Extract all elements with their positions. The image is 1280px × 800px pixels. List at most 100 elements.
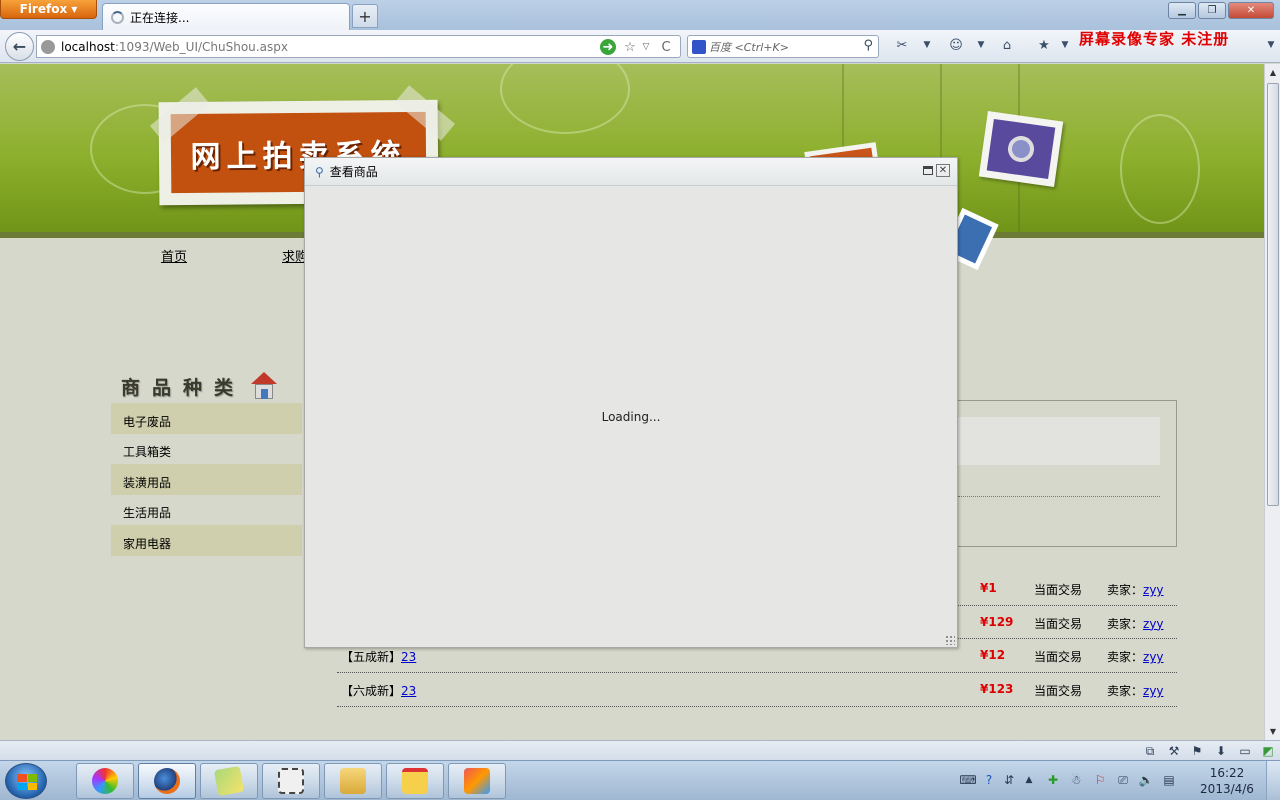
chevron-down-icon[interactable]: ▼ — [918, 36, 936, 54]
back-button[interactable]: ← — [5, 32, 34, 61]
category-item[interactable]: 生活用品 — [111, 495, 302, 526]
nav-home-link[interactable]: 首页 — [161, 246, 187, 265]
history-dropdown-icon[interactable]: ▽ — [638, 39, 654, 55]
addon-green-icon[interactable]: ◩ — [1260, 743, 1276, 759]
close-icon[interactable]: ✕ — [936, 164, 950, 177]
seller-link[interactable]: zyy — [1143, 650, 1164, 664]
baidu-engine-icon[interactable] — [692, 39, 706, 54]
flag-icon[interactable]: ⚑ — [1189, 743, 1205, 759]
firefox-menu-button[interactable]: Firefox ▼ — [0, 0, 97, 19]
listing-price: ¥12 — [980, 648, 1006, 663]
search-placeholder: 百度 <Ctrl+K> — [709, 40, 789, 54]
banner-decoration — [500, 64, 630, 134]
pinwheel-icon — [92, 768, 118, 794]
listing-condition: 【五成新】23 — [341, 650, 417, 665]
chevron-down-icon[interactable]: ▼ — [1056, 36, 1074, 54]
firefox-menu-label: Firefox — [19, 2, 68, 16]
bookmarks-icon[interactable]: ★ — [1035, 36, 1053, 54]
categories-header: 商品种类 — [121, 372, 278, 400]
seller-link[interactable]: zyy — [1143, 583, 1164, 597]
browser-titlebar: Firefox ▼ 正在连接... + ▁ ❐ ✕ — [0, 0, 1280, 30]
view-product-dialog: ⚲ 查看商品 ✕ Loading... — [304, 157, 958, 648]
listing-price: ¥1 — [980, 581, 997, 595]
qq-penguin-icon[interactable]: ☃ — [1068, 772, 1084, 788]
reload-icon[interactable]: C — [658, 39, 674, 55]
chevron-down-icon[interactable]: ▼ — [972, 36, 990, 54]
back-arrow-icon: ← — [12, 37, 27, 56]
bookmark-star-icon[interactable]: ☆ — [622, 39, 638, 55]
taskbar-app-firefox[interactable] — [138, 763, 196, 799]
screenshot-icon[interactable]: ✂ — [893, 36, 911, 54]
listing-trade-method: 当面交易 — [1034, 616, 1083, 631]
categories-title: 商品种类 — [121, 376, 246, 399]
restore-button[interactable]: ❐ — [1198, 2, 1226, 19]
listing-seller-label: 卖家：zyy — [1107, 650, 1164, 665]
dialog-title: 查看商品 — [329, 165, 378, 179]
vertical-scrollbar[interactable]: ▲ ▼ — [1264, 64, 1280, 740]
chevron-down-icon[interactable]: ▼ — [1262, 36, 1280, 54]
url-bar[interactable]: localhost:1093/Web_UI/ChuShou.aspx ➜ ☆ ▽… — [36, 35, 681, 58]
seller-link[interactable]: zyy — [1143, 617, 1164, 631]
network-error-icon[interactable]: ⚐ — [1092, 772, 1108, 788]
listing-seller-label: 卖家：zyy — [1107, 583, 1164, 597]
taskbar-app-pinwheel[interactable] — [76, 763, 134, 799]
listing-title-link[interactable]: 23 — [401, 650, 416, 664]
window-controls: ▁ ❐ ✕ — [1168, 2, 1274, 19]
category-item[interactable]: 电子废品 — [111, 403, 302, 434]
search-icon[interactable]: ⚲ — [863, 38, 873, 53]
taskbar-app-vs[interactable] — [448, 763, 506, 799]
tray-expand-icon[interactable]: ⇵ — [1001, 772, 1017, 788]
divider — [958, 496, 1160, 497]
window-icon[interactable]: ▭ — [1237, 743, 1253, 759]
listing-trade-method: 当面交易 — [1034, 583, 1083, 597]
category-item[interactable]: 装潢用品 — [111, 464, 302, 495]
scroll-up-arrow-icon[interactable]: ▲ — [1265, 64, 1280, 81]
taskbar-app-explorer[interactable] — [324, 763, 382, 799]
category-item[interactable]: 工具箱类 — [111, 434, 302, 465]
minimize-button[interactable]: ▁ — [1168, 2, 1196, 19]
search-bar[interactable]: 百度 <Ctrl+K> ⚲ — [687, 35, 879, 58]
home-icon[interactable]: ⌂ — [998, 36, 1016, 54]
taskbar-app-snipping[interactable] — [262, 763, 320, 799]
start-button[interactable] — [5, 763, 47, 799]
resize-grip-icon[interactable] — [945, 635, 955, 645]
system-clock[interactable]: 16:22 2013/4/6 — [1196, 765, 1258, 797]
taskbar-app-stickies[interactable] — [386, 763, 444, 799]
listing-title-link[interactable]: 23 — [401, 684, 416, 698]
new-tab-button[interactable]: + — [352, 4, 378, 28]
keyboard-icon[interactable]: ⌨ — [959, 772, 976, 788]
listing-trade-method: 当面交易 — [1034, 684, 1083, 699]
chevron-up-icon[interactable]: ▲ — [1021, 772, 1037, 788]
security-plus-icon[interactable]: ✚ — [1045, 772, 1061, 788]
seller-link[interactable]: zyy — [1143, 684, 1164, 698]
banner-decoration — [1120, 114, 1200, 224]
addon-bar: ⧉ ⚒ ⚑ ⬇ ▭ ◩ — [0, 740, 1280, 760]
listing-condition: 【六成新】23 — [341, 684, 417, 699]
addon-face-icon[interactable]: ☺ — [947, 36, 965, 54]
scroll-thumb[interactable] — [1267, 83, 1279, 506]
network-icon[interactable]: ▤ — [1161, 772, 1177, 788]
listing-trade-method: 当面交易 — [1034, 650, 1083, 665]
maximize-icon[interactable] — [923, 166, 933, 175]
download-icon[interactable]: ⬇ — [1213, 743, 1229, 759]
scroll-down-arrow-icon[interactable]: ▼ — [1265, 723, 1280, 740]
listing-price: ¥129 — [980, 614, 1014, 629]
dialog-header[interactable]: ⚲ 查看商品 — [305, 158, 957, 186]
usb-icon[interactable]: ⎚ — [1115, 772, 1131, 788]
volume-icon[interactable]: 🔈 — [1138, 772, 1154, 788]
wrench-icon[interactable]: ⚒ — [1166, 743, 1182, 759]
category-item[interactable]: 家用电器 — [111, 525, 302, 556]
show-desktop-button[interactable] — [1266, 761, 1280, 800]
addon-icon[interactable]: ⧉ — [1142, 743, 1158, 759]
taskbar-app-notes[interactable] — [200, 763, 258, 799]
info-box — [957, 400, 1177, 547]
go-arrow-icon[interactable]: ➜ — [600, 39, 616, 55]
close-window-button[interactable]: ✕ — [1228, 2, 1274, 19]
help-icon[interactable]: ? — [981, 772, 997, 788]
info-box-panel — [958, 417, 1160, 465]
browser-tab[interactable]: 正在连接... — [102, 3, 350, 30]
listing-seller-label: 卖家：zyy — [1107, 616, 1164, 631]
clock-time: 16:22 — [1209, 766, 1245, 780]
house-icon — [251, 372, 278, 400]
recorder-watermark: 屏幕录像专家 未注册 — [1079, 30, 1230, 48]
